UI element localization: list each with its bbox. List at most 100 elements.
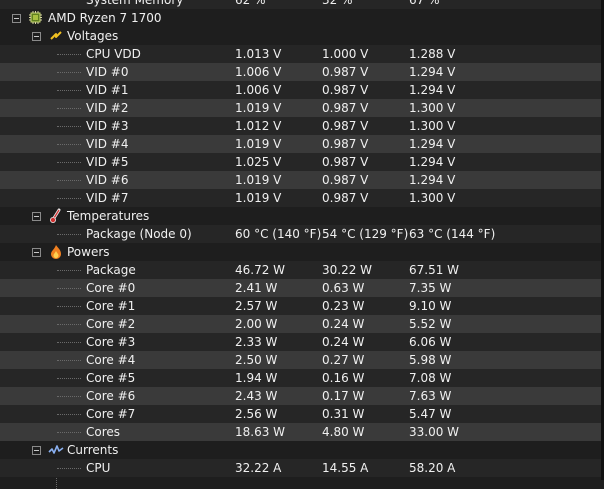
powers-group[interactable]: Powers (0, 243, 604, 261)
sensor-row[interactable]: Package 46.72 W 30.22 W 67.51 W (0, 261, 604, 279)
cpu-node[interactable]: AMD Ryzen 7 1700 (0, 9, 604, 27)
sensor-min: 4.80 W (322, 425, 365, 439)
sensor-max: 7.08 W (409, 371, 452, 385)
sensor-row[interactable]: VID #1 1.006 V 0.987 V 1.294 V (0, 81, 604, 99)
voltages-label: Voltages (67, 29, 119, 43)
sensor-name: VID #0 (86, 65, 129, 79)
sensor-current: 18.63 W (235, 425, 286, 439)
tree-line (57, 288, 81, 289)
sensor-max: 9.10 W (409, 299, 452, 313)
sensor-max: 1.294 V (409, 83, 456, 97)
sensor-name: VID #7 (86, 191, 129, 205)
sensor-current: 1.019 V (235, 101, 282, 115)
temperatures-group[interactable]: Temperatures (0, 207, 604, 225)
sensor-max: 6.06 W (409, 335, 452, 349)
tree-line (57, 162, 81, 163)
sensor-current: 1.012 V (235, 119, 282, 133)
sensor-row[interactable]: VID #4 1.019 V 0.987 V 1.294 V (0, 135, 604, 153)
collapse-icon[interactable] (32, 32, 41, 41)
lightning-icon (50, 31, 62, 40)
tree-line (57, 432, 81, 433)
sensor-row[interactable]: Core #3 2.33 W 0.24 W 6.06 W (0, 333, 604, 351)
sensor-name: Package (Node 0) (86, 227, 192, 241)
tree-line (57, 468, 81, 469)
sensor-current: 1.006 V (235, 65, 282, 79)
sensor-name: VID #4 (86, 137, 129, 151)
sensor-max: 5.52 W (409, 317, 452, 331)
sensor-row[interactable]: Package (Node 0) 60 °C (140 °F) 54 °C (129… (0, 225, 604, 243)
sensor-row[interactable]: Core #0 2.41 W 0.63 W 7.35 W (0, 279, 604, 297)
sensor-row[interactable]: Core #1 2.57 W 0.23 W 9.10 W (0, 297, 604, 315)
tree-line (57, 378, 81, 379)
sensor-min: 0.24 W (322, 335, 365, 349)
cpu-label: AMD Ryzen 7 1700 (48, 11, 162, 25)
sensor-min: 30.22 W (322, 263, 373, 277)
waveform-icon (48, 445, 64, 454)
sensor-name: Core #1 (86, 299, 136, 313)
sensor-name: VID #2 (86, 101, 129, 115)
sensor-name: Package (86, 263, 136, 277)
tree-line (57, 126, 81, 127)
sensor-min: 0.987 V (322, 137, 369, 151)
tree-line (57, 144, 81, 145)
sensor-row[interactable]: CPU 32.22 A 14.55 A 58.20 A (0, 459, 604, 477)
sensor-name: VID #3 (86, 119, 129, 133)
sensor-row[interactable]: Core #5 1.94 W 0.16 W 7.08 W (0, 369, 604, 387)
sensor-current: 32.22 A (235, 461, 282, 475)
tree-line (57, 108, 81, 109)
sensor-row[interactable]: Core #4 2.50 W 0.27 W 5.98 W (0, 351, 604, 369)
sensor-current: 1.013 V (235, 47, 282, 61)
sensor-min: 0.27 W (322, 353, 365, 367)
sensor-row-system-memory[interactable]: System Memory 62 % 32 % 67 % (0, 0, 604, 9)
sensor-name: Core #5 (86, 371, 136, 385)
tree-line (57, 324, 81, 325)
sensor-current: 62 % (235, 0, 266, 7)
sensor-max: 1.294 V (409, 65, 456, 79)
sensor-row[interactable]: VID #0 1.006 V 0.987 V 1.294 V (0, 63, 604, 81)
tree-line (57, 270, 81, 271)
sensor-current: 60 °C (140 °F) (235, 227, 322, 241)
tree-line (57, 72, 81, 73)
currents-group[interactable]: Currents (0, 441, 604, 459)
collapse-icon[interactable] (32, 212, 41, 221)
sensor-row[interactable]: VID #6 1.019 V 0.987 V 1.294 V (0, 171, 604, 189)
sensor-min: 14.55 A (322, 461, 369, 475)
sensor-max: 1.294 V (409, 137, 456, 151)
sensor-row[interactable]: Cores 18.63 W 4.80 W 33.00 W (0, 423, 604, 441)
sensor-min: 0.63 W (322, 281, 365, 295)
sensor-current: 1.006 V (235, 83, 282, 97)
sensor-name: Core #6 (86, 389, 136, 403)
sensor-row[interactable]: CPU VDD 1.013 V 1.000 V 1.288 V (0, 45, 604, 63)
collapse-icon[interactable] (32, 446, 41, 455)
sensor-current: 2.56 W (235, 407, 278, 421)
collapse-icon[interactable] (32, 248, 41, 257)
tree-line (57, 180, 81, 181)
flame-icon (51, 245, 61, 259)
sensor-row[interactable]: Core #6 2.43 W 0.17 W 7.63 W (0, 387, 604, 405)
sensor-name: System Memory (86, 0, 184, 7)
sensor-name: VID #6 (86, 173, 129, 187)
temperatures-label: Temperatures (67, 209, 150, 223)
sensor-max: 33.00 W (409, 425, 460, 439)
sensor-current: 2.33 W (235, 335, 278, 349)
sensor-current: 1.025 V (235, 155, 282, 169)
sensor-min: 0.987 V (322, 83, 369, 97)
sensor-row[interactable]: VID #3 1.012 V 0.987 V 1.300 V (0, 117, 604, 135)
sensor-row[interactable]: Core #2 2.00 W 0.24 W 5.52 W (0, 315, 604, 333)
sensor-min: 0.987 V (322, 101, 369, 115)
sensor-row[interactable]: VID #2 1.019 V 0.987 V 1.300 V (0, 99, 604, 117)
sensor-row[interactable]: VID #7 1.019 V 0.987 V 1.300 V (0, 189, 604, 207)
currents-label: Currents (67, 443, 119, 457)
sensor-row[interactable]: Core #7 2.56 W 0.31 W 5.47 W (0, 405, 604, 423)
sensor-current: 1.019 V (235, 173, 282, 187)
sensor-current: 1.019 V (235, 137, 282, 151)
tree-line (57, 90, 81, 91)
voltages-group[interactable]: Voltages (0, 27, 604, 45)
collapse-icon[interactable] (12, 14, 21, 23)
sensor-current: 2.57 W (235, 299, 278, 313)
sensor-row[interactable]: VID #5 1.025 V 0.987 V 1.294 V (0, 153, 604, 171)
thermometer-icon (50, 208, 61, 223)
sensor-name: Core #7 (86, 407, 136, 421)
tree-line (57, 360, 81, 361)
sensor-min: 32 % (322, 0, 353, 7)
